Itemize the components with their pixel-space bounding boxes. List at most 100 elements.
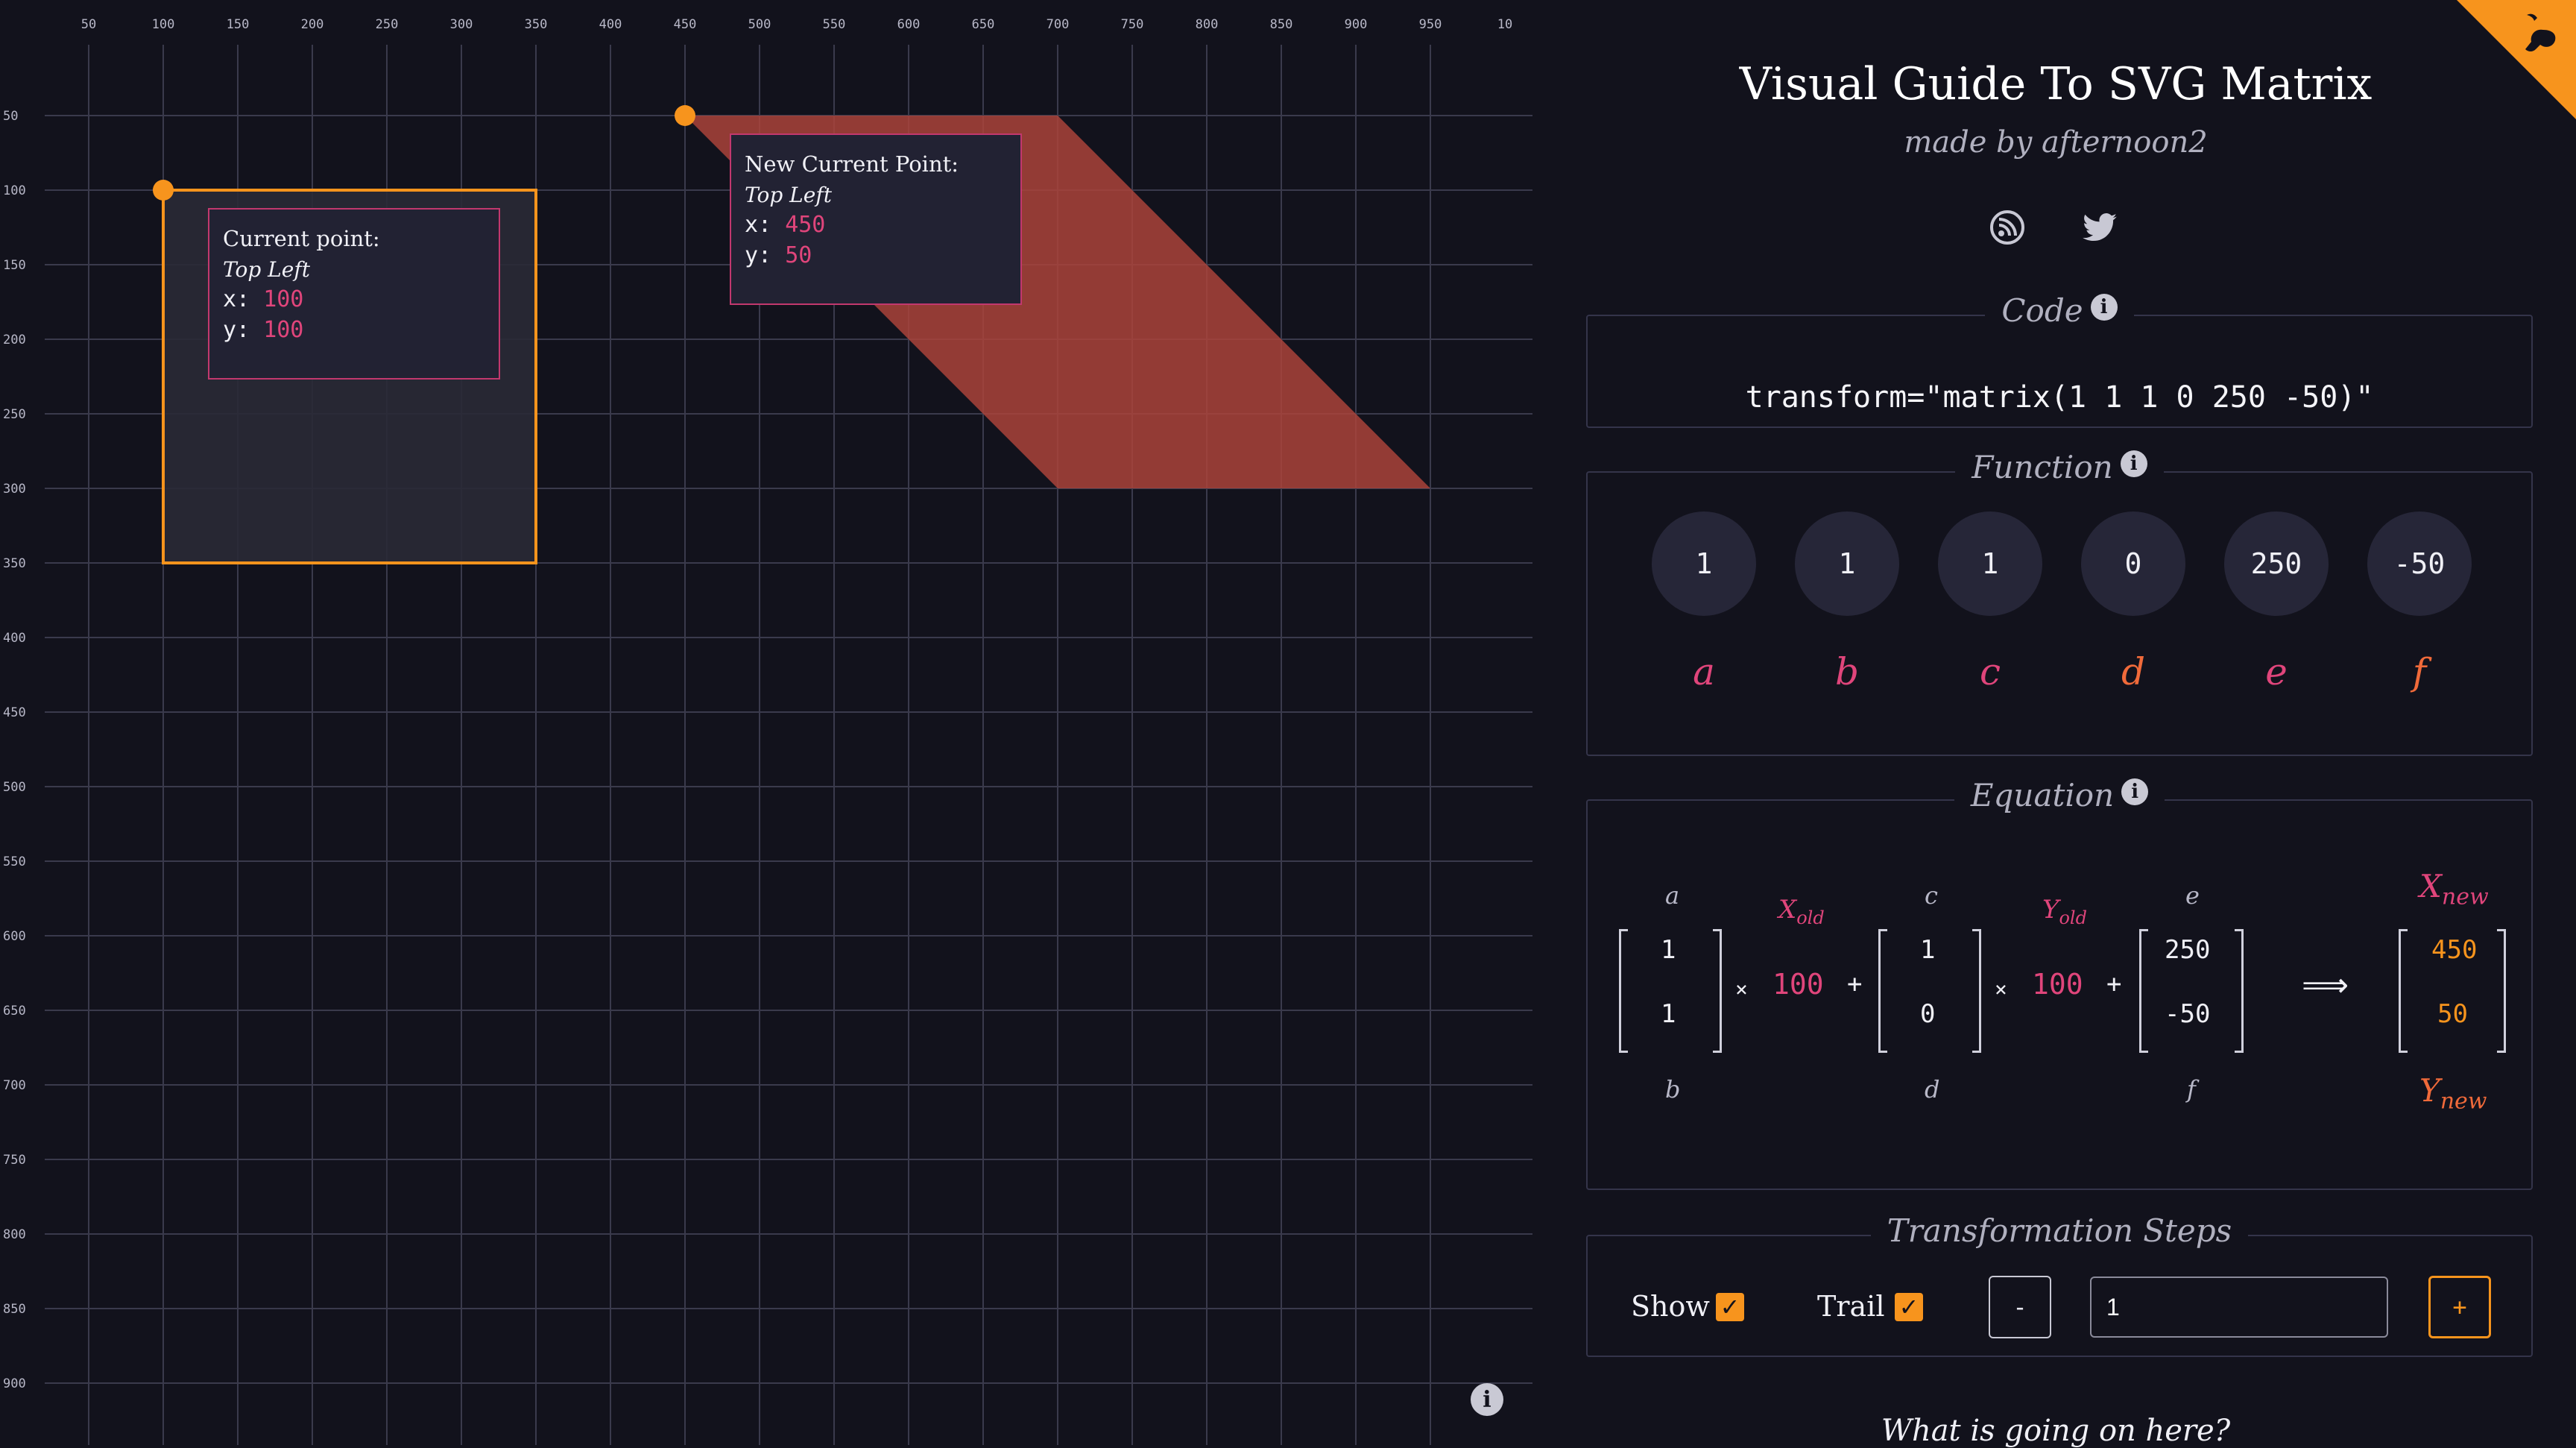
bracket-left xyxy=(2139,929,2148,1053)
x-axis-tick: 600 xyxy=(897,17,921,32)
x-axis-tick: 750 xyxy=(1121,17,1144,32)
x-value: 450 xyxy=(785,212,826,238)
info-icon[interactable]: i xyxy=(2120,450,2147,477)
twitter-icon[interactable] xyxy=(2081,210,2118,245)
param-a-input[interactable]: 1 xyxy=(1652,511,1756,616)
xnew-label: Xnew xyxy=(2419,868,2489,910)
y-axis-tick: 750 xyxy=(3,1153,26,1168)
y-label: y: xyxy=(223,317,250,343)
increment-step-button[interactable]: + xyxy=(2428,1276,2491,1338)
times-sign: × xyxy=(1995,977,2007,1001)
page-subtitle: made by afternoon2 xyxy=(1904,125,2208,160)
label-f: f xyxy=(2187,1075,2196,1104)
new-current-point-marker xyxy=(675,105,695,126)
xold-value: 100 xyxy=(1772,968,1824,1001)
x-axis-tick: 300 xyxy=(450,17,473,32)
x-axis-tick: 250 xyxy=(376,17,399,32)
matrix-b-value: 1 xyxy=(1661,999,1676,1029)
section-title: Function xyxy=(1972,449,2113,485)
matrix-canvas: 50 100 150 200 250 300 350 400 450 500 550 600 650 70… xyxy=(0,0,1535,1445)
xold-label: Xold xyxy=(1778,895,1825,928)
new-current-point-tooltip: New Current Point: Top Left x: 450 y: 50 xyxy=(730,133,1022,305)
y-value: 50 xyxy=(785,242,812,268)
xnew-value: 450 xyxy=(2431,935,2478,965)
ynew-value: 50 xyxy=(2437,999,2468,1029)
decrement-step-button[interactable]: - xyxy=(1989,1276,2051,1338)
code-section: Code i transform="matrix(1 1 1 0 250 -50)… xyxy=(1586,292,2533,428)
bracket-right xyxy=(1972,929,1981,1053)
x-axis-tick: 700 xyxy=(1046,17,1070,32)
param-d-label: d xyxy=(2121,650,2145,693)
param-b-label: b xyxy=(1834,650,1859,693)
trail-checkbox[interactable]: ✓ xyxy=(1895,1293,1923,1321)
x-value: 100 xyxy=(263,286,304,312)
tooltip-corner: Top Left xyxy=(223,257,310,282)
x-axis-tick: 50 xyxy=(81,17,96,32)
param-e-input[interactable]: 250 xyxy=(2224,511,2329,616)
param-d-input[interactable]: 0 xyxy=(2081,511,2185,616)
tooltip-title: Current point: xyxy=(223,226,380,251)
tooltip-title: New Current Point: xyxy=(745,151,959,177)
bracket-left xyxy=(1878,929,1887,1053)
page-title: Visual Guide To SVG Matrix xyxy=(1739,58,2373,110)
x-axis-tick: 900 xyxy=(1345,17,1368,32)
label-b: b xyxy=(1665,1075,1681,1104)
x-axis-tick: 400 xyxy=(599,17,622,32)
x-axis-tick: 800 xyxy=(1196,17,1219,32)
show-checkbox[interactable]: ✓ xyxy=(1716,1293,1744,1321)
x-axis-tick: 850 xyxy=(1270,17,1293,32)
x-label: x: xyxy=(223,286,250,312)
function-section: Function i 1 1 1 0 250 -50 a b c d e f xyxy=(1586,449,2533,756)
current-point-marker xyxy=(153,180,174,201)
x-axis-tick: 10 xyxy=(1497,17,1512,32)
equation-section: Equation i a 1 1 b × Xold 100 + c 1 0 d ×… xyxy=(1586,777,2533,1190)
tooltip-corner: Top Left xyxy=(745,183,832,207)
y-axis-tick: 50 xyxy=(3,109,18,124)
label-e: e xyxy=(2185,881,2200,910)
transform-code: transform="matrix(1 1 1 0 250 -50)" xyxy=(1745,380,2374,415)
y-axis-tick: 150 xyxy=(3,258,26,273)
matrix-f-value: -50 xyxy=(2165,999,2211,1029)
x-axis-tick: 350 xyxy=(525,17,548,32)
show-label: Show xyxy=(1631,1290,1710,1323)
param-f-input[interactable]: -50 xyxy=(2367,511,2472,616)
section-title: Code xyxy=(2001,292,2083,329)
x-label: x: xyxy=(745,212,772,238)
y-axis-tick: 500 xyxy=(3,780,26,795)
bracket-right xyxy=(2497,929,2506,1053)
implies-arrow: ⟹ xyxy=(2302,966,2349,1004)
x-axis-tick: 650 xyxy=(972,17,995,32)
param-f-label: f xyxy=(2412,650,2427,693)
param-c-input[interactable]: 1 xyxy=(1938,511,2042,616)
x-axis-tick: 950 xyxy=(1419,17,1442,32)
param-e-label: e xyxy=(2265,650,2288,693)
y-axis-tick: 850 xyxy=(3,1302,26,1317)
matrix-d-value: 0 xyxy=(1920,999,1936,1029)
section-title: Transformation Steps xyxy=(1870,1212,2249,1249)
info-icon[interactable]: i xyxy=(2090,294,2118,321)
x-axis-tick: 200 xyxy=(301,17,324,32)
ynew-label: Ynew xyxy=(2419,1072,2487,1115)
y-axis-tick: 650 xyxy=(3,1004,26,1019)
label-d: d xyxy=(1925,1075,1940,1104)
bracket-left xyxy=(2399,929,2408,1053)
blog-icon[interactable] xyxy=(1989,209,2026,246)
current-point-tooltip: Current point: Top Left x: 100 y: 100 xyxy=(208,208,500,380)
param-c-label: c xyxy=(1979,650,2001,693)
trail-label: Trail xyxy=(1817,1290,1885,1323)
what-is-going-on-heading: What is going on here? xyxy=(1881,1414,2231,1448)
param-b-input[interactable]: 1 xyxy=(1795,511,1899,616)
info-icon[interactable]: i xyxy=(2121,778,2149,805)
label-a: a xyxy=(1665,881,1680,910)
x-axis-tick: 500 xyxy=(748,17,771,32)
y-axis-tick: 200 xyxy=(3,333,26,347)
x-axis-tick: 150 xyxy=(227,17,250,32)
info-icon[interactable]: i xyxy=(1471,1383,1503,1416)
y-axis-tick: 300 xyxy=(3,482,26,497)
y-axis-tick: 450 xyxy=(3,705,26,720)
x-axis-tick: 450 xyxy=(674,17,697,32)
y-axis-tick: 800 xyxy=(3,1227,26,1242)
label-c: c xyxy=(1925,881,1938,910)
yold-label: Yold xyxy=(2042,895,2087,928)
step-input[interactable] xyxy=(2090,1277,2388,1338)
